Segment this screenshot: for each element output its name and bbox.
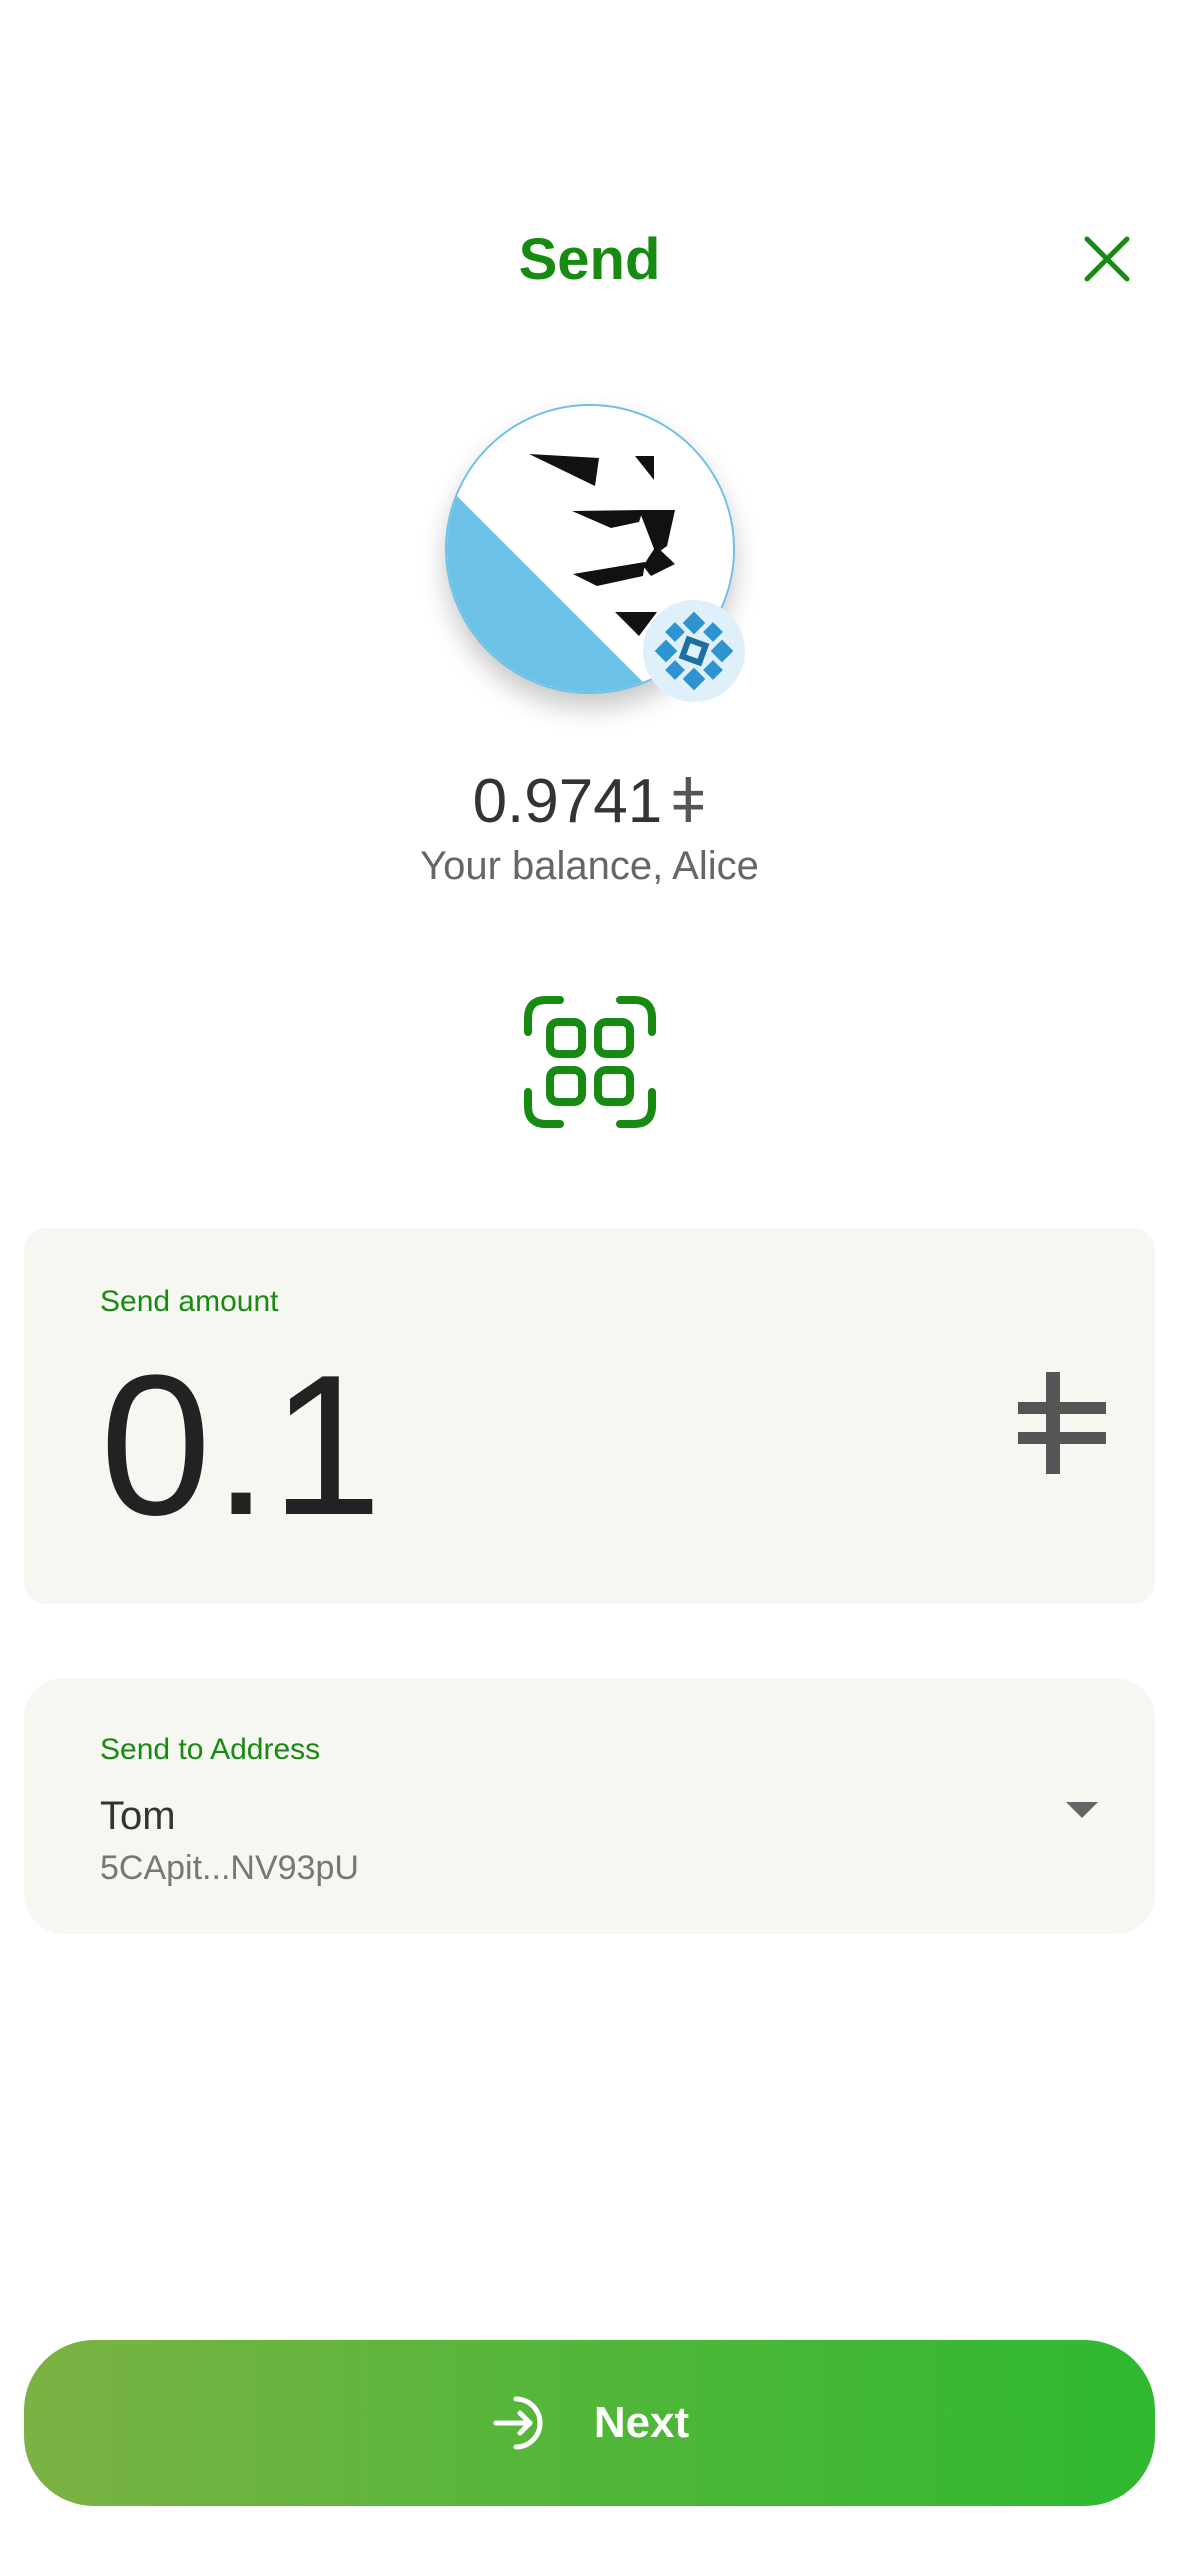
arrow-login-icon <box>493 2396 543 2450</box>
send-screen: Send 0.9741 ǂ Your balance, Alice Send a… <box>0 0 1179 2556</box>
balance-label: Your balance, Alice <box>420 844 759 888</box>
balance-amount: 0.9741 <box>472 767 663 836</box>
next-button-label: Next <box>593 2398 690 2447</box>
qr-scan-button[interactable] <box>522 994 658 1130</box>
send-amount-card[interactable]: Send amount 0.1 <box>24 1228 1155 1604</box>
amount-input[interactable]: 0.1 <box>100 1336 384 1556</box>
next-button[interactable]: Next <box>24 2340 1155 2506</box>
balance-unit: ǂ <box>670 767 707 836</box>
recipient-address: 5CApit...NV93pU <box>100 1849 359 1887</box>
chevron-down-icon[interactable] <box>1064 1798 1100 1822</box>
close-button[interactable] <box>1076 228 1138 290</box>
page-title: Send <box>518 227 661 292</box>
qr-scan-icon <box>524 996 656 1128</box>
send-to-address-select[interactable]: Send to Address Tom 5CApit...NV93pU <box>24 1678 1155 1934</box>
account-avatar-group <box>445 404 745 702</box>
currency-unit-icon <box>1018 1372 1106 1474</box>
send-amount-label: Send amount <box>100 1285 279 1318</box>
close-icon <box>1084 236 1130 282</box>
network-badge-icon <box>654 611 734 691</box>
send-to-address-label: Send to Address <box>100 1733 321 1766</box>
balance-value: 0.9741 ǂ <box>0 762 1179 842</box>
recipient-name: Tom <box>100 1794 176 1838</box>
network-badge <box>643 600 745 702</box>
